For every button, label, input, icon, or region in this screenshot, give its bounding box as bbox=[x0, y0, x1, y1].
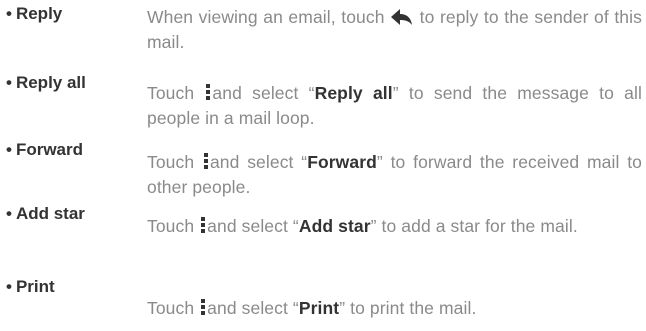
description-text: Touch bbox=[147, 216, 195, 236]
bullet: • bbox=[6, 277, 12, 296]
more-vertical-icon bbox=[199, 298, 207, 316]
term-reply-all: • Reply all bbox=[6, 73, 86, 93]
bullet: • bbox=[6, 140, 12, 159]
description-reply: When viewing an email, touch to reply to… bbox=[147, 5, 642, 55]
description-text: When viewing an email, touch bbox=[147, 7, 385, 27]
description-text: and select “ bbox=[209, 152, 308, 172]
term-reply: • Reply bbox=[6, 4, 62, 24]
more-vertical-icon bbox=[202, 152, 210, 170]
term-label: Add star bbox=[15, 204, 85, 223]
description-text: Touch bbox=[147, 298, 195, 318]
description-text: and select “ bbox=[207, 216, 299, 236]
term-label: Forward bbox=[15, 140, 84, 159]
description-text: Touch bbox=[147, 83, 195, 103]
description-add-star: Touch and select “Add star” to add a sta… bbox=[147, 214, 597, 239]
term-print: • Print bbox=[6, 277, 55, 297]
bold-label: Forward bbox=[307, 152, 377, 172]
bold-label: Print bbox=[298, 298, 340, 318]
bullet: • bbox=[6, 4, 12, 23]
description-text: and select “ bbox=[207, 298, 299, 318]
description-text: ” to print the mail. bbox=[339, 298, 477, 318]
bold-label: Add star bbox=[298, 216, 371, 236]
bold-label: Reply all bbox=[314, 83, 393, 103]
term-add-star: • Add star bbox=[6, 204, 85, 224]
term-label: Print bbox=[15, 277, 55, 296]
term-label: Reply bbox=[15, 4, 63, 23]
bullet: • bbox=[6, 73, 12, 92]
description-reply-all: Touch and select “Reply all” to send the… bbox=[147, 81, 642, 131]
term-label: Reply all bbox=[15, 73, 86, 92]
more-vertical-icon bbox=[199, 216, 207, 234]
description-text: ” to add a star for the mail. bbox=[370, 216, 578, 236]
term-forward: • Forward bbox=[6, 140, 83, 160]
description-forward: Touch and select “Forward” to forward th… bbox=[147, 150, 642, 200]
description-text: and select “ bbox=[212, 83, 315, 103]
description-print: Touch and select “Print” to print the ma… bbox=[147, 296, 642, 321]
reply-arrow-icon bbox=[390, 7, 414, 27]
description-text: Touch bbox=[147, 152, 195, 172]
bullet: • bbox=[6, 204, 12, 223]
